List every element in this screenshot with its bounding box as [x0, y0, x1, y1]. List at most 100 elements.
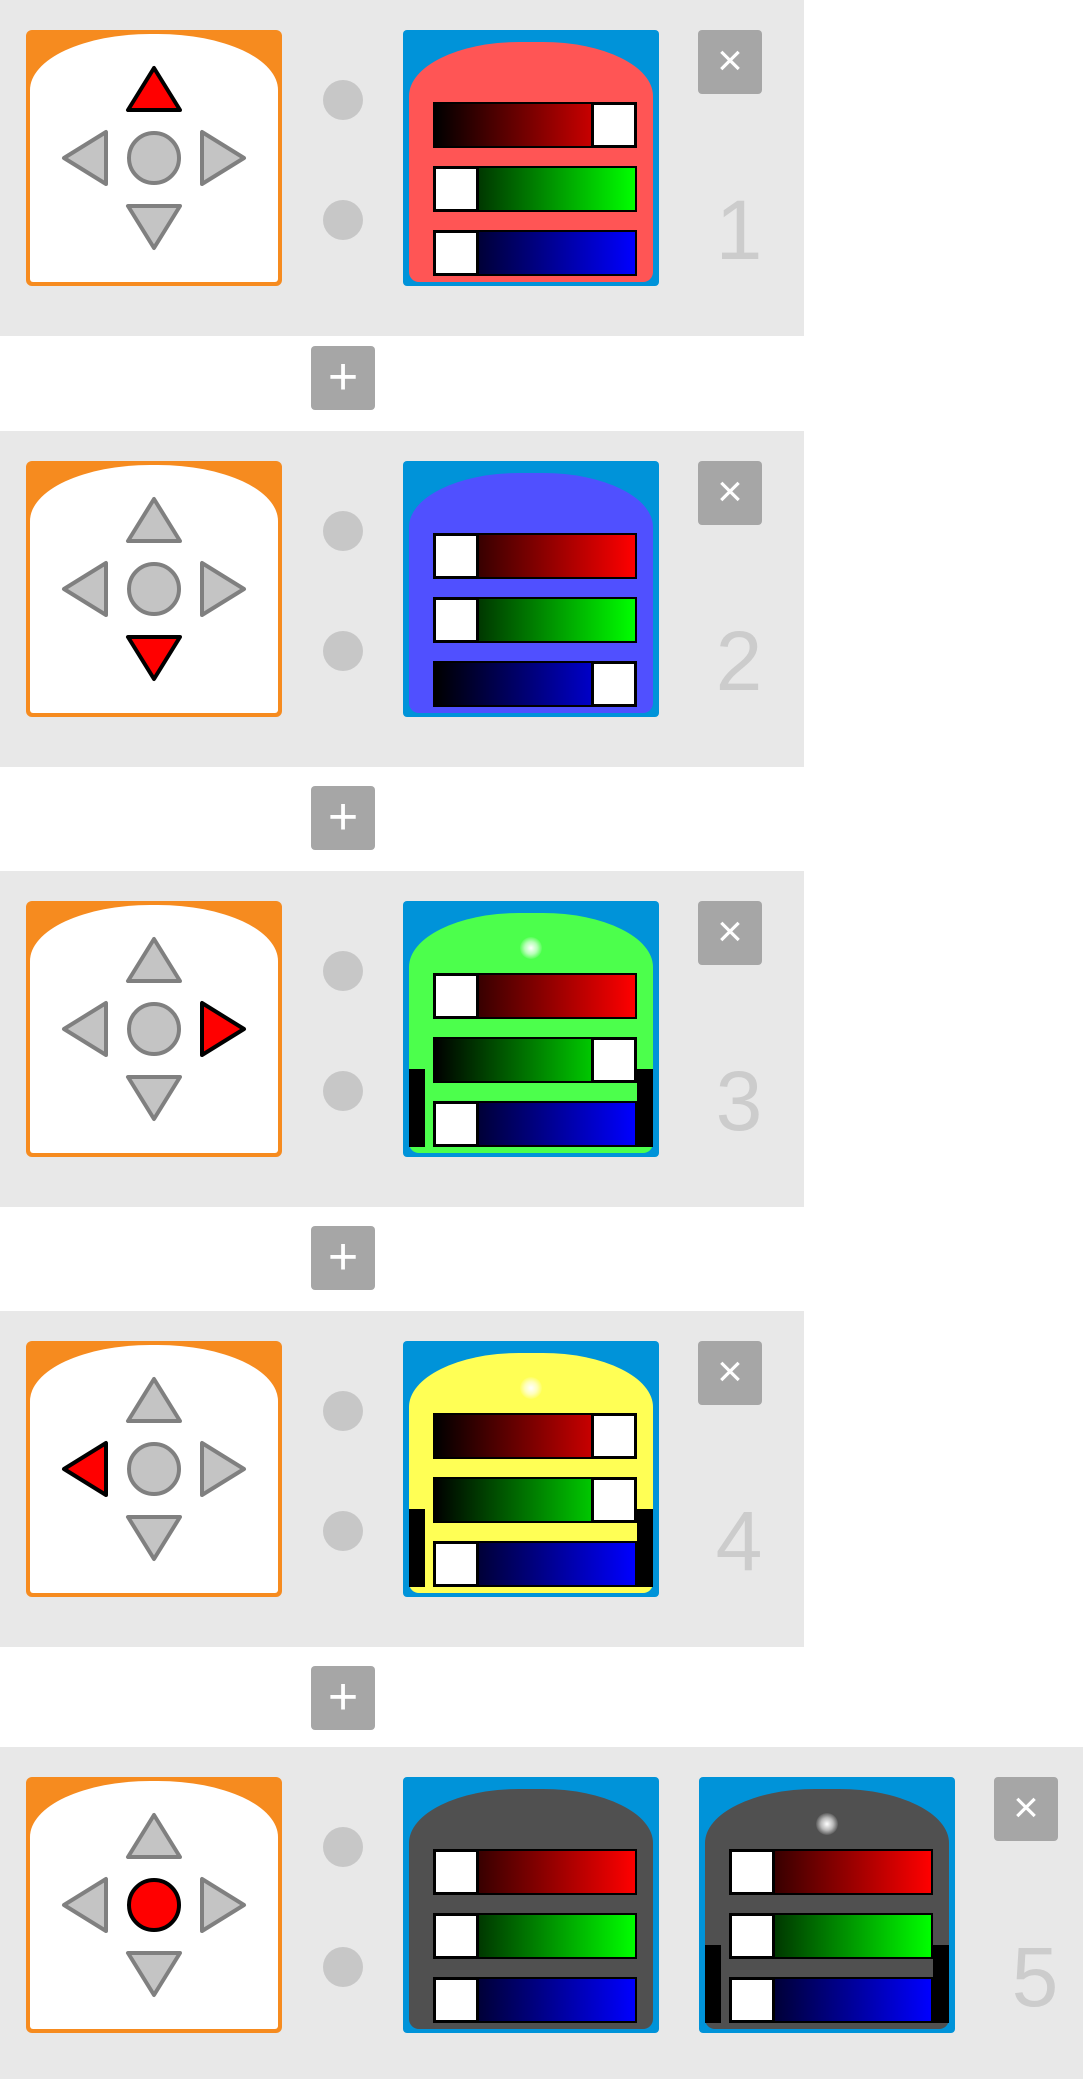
- event-action-row: × 5: [0, 1747, 1083, 2079]
- event-buttons-card[interactable]: [26, 1777, 282, 2033]
- center-button-icon[interactable]: [127, 1002, 181, 1056]
- green-slider-thumb[interactable]: [591, 1037, 637, 1083]
- blue-slider-thumb[interactable]: [729, 1977, 775, 2023]
- red-slider-thumb[interactable]: [433, 973, 479, 1019]
- down-arrow-icon[interactable]: [126, 204, 182, 250]
- red-slider-thumb[interactable]: [591, 102, 637, 148]
- red-slider[interactable]: [433, 1849, 637, 1895]
- row-number: 1: [715, 183, 763, 277]
- right-wheel-icon: [637, 1069, 653, 1147]
- up-arrow-icon[interactable]: [126, 66, 182, 112]
- event-buttons-card[interactable]: [26, 30, 282, 286]
- left-arrow-icon[interactable]: [62, 1877, 108, 1933]
- close-button[interactable]: ×: [994, 1777, 1058, 1841]
- red-slider[interactable]: [433, 973, 637, 1019]
- close-button[interactable]: ×: [698, 461, 762, 525]
- close-button[interactable]: ×: [698, 1341, 762, 1405]
- color-action-card[interactable]: [699, 1777, 955, 2033]
- close-button[interactable]: ×: [698, 901, 762, 965]
- blue-slider[interactable]: [433, 230, 637, 276]
- dpad: [62, 937, 246, 1121]
- up-arrow-icon[interactable]: [126, 1377, 182, 1423]
- red-slider[interactable]: [433, 1413, 637, 1459]
- red-slider-thumb[interactable]: [729, 1849, 775, 1895]
- green-slider[interactable]: [433, 597, 637, 643]
- down-arrow-icon[interactable]: [126, 1515, 182, 1561]
- down-arrow-icon[interactable]: [126, 1951, 182, 1997]
- event-buttons-card[interactable]: [26, 1341, 282, 1597]
- event-buttons-card[interactable]: [26, 901, 282, 1157]
- red-slider-thumb[interactable]: [433, 533, 479, 579]
- left-arrow-icon[interactable]: [62, 1441, 108, 1497]
- green-slider[interactable]: [433, 1913, 637, 1959]
- color-action-card[interactable]: [403, 461, 659, 717]
- blue-slider[interactable]: [729, 1977, 933, 2023]
- red-slider[interactable]: [433, 102, 637, 148]
- green-slider-thumb[interactable]: [729, 1913, 775, 1959]
- event-action-row: × 2: [0, 431, 804, 767]
- green-slider-thumb[interactable]: [433, 597, 479, 643]
- center-button-icon[interactable]: [127, 1442, 181, 1496]
- red-slider[interactable]: [729, 1849, 933, 1895]
- event-action-row: × 4: [0, 1311, 804, 1647]
- right-arrow-icon[interactable]: [200, 130, 246, 186]
- connector-dot-bottom: [323, 1947, 363, 1987]
- dpad: [62, 1377, 246, 1561]
- light-glow-icon: [520, 1377, 542, 1399]
- connector-dot-bottom: [323, 1511, 363, 1551]
- right-arrow-icon[interactable]: [200, 1441, 246, 1497]
- right-arrow-icon[interactable]: [200, 561, 246, 617]
- red-slider-thumb[interactable]: [433, 1849, 479, 1895]
- right-arrow-icon[interactable]: [200, 1001, 246, 1057]
- robot-body: [409, 473, 653, 713]
- event-buttons-card[interactable]: [26, 461, 282, 717]
- center-button-icon[interactable]: [127, 131, 181, 185]
- color-action-card[interactable]: [403, 30, 659, 286]
- green-slider[interactable]: [433, 166, 637, 212]
- add-row-button[interactable]: +: [311, 786, 375, 850]
- green-slider[interactable]: [433, 1037, 637, 1083]
- green-slider-thumb[interactable]: [433, 1913, 479, 1959]
- blue-slider-thumb[interactable]: [433, 1977, 479, 2023]
- connector-dot-bottom: [323, 631, 363, 671]
- left-arrow-icon[interactable]: [62, 130, 108, 186]
- row-number: 3: [715, 1054, 763, 1148]
- blue-slider[interactable]: [433, 1101, 637, 1147]
- color-action-card[interactable]: [403, 901, 659, 1157]
- connector-dot-top: [323, 80, 363, 120]
- center-button-icon[interactable]: [127, 1878, 181, 1932]
- right-arrow-icon[interactable]: [200, 1877, 246, 1933]
- red-slider[interactable]: [433, 533, 637, 579]
- green-slider[interactable]: [433, 1477, 637, 1523]
- up-arrow-icon[interactable]: [126, 937, 182, 983]
- down-arrow-icon[interactable]: [126, 635, 182, 681]
- blue-slider-thumb[interactable]: [433, 230, 479, 276]
- blue-slider[interactable]: [433, 661, 637, 707]
- green-slider-thumb[interactable]: [591, 1477, 637, 1523]
- up-arrow-icon[interactable]: [126, 497, 182, 543]
- blue-slider-thumb[interactable]: [433, 1541, 479, 1587]
- up-arrow-icon[interactable]: [126, 1813, 182, 1859]
- connector-dot-bottom: [323, 1071, 363, 1111]
- event-action-row: × 3: [0, 871, 804, 1207]
- color-action-card[interactable]: [403, 1341, 659, 1597]
- red-slider-thumb[interactable]: [591, 1413, 637, 1459]
- color-action-card[interactable]: [403, 1777, 659, 2033]
- blue-slider-thumb[interactable]: [591, 661, 637, 707]
- left-arrow-icon[interactable]: [62, 1001, 108, 1057]
- blue-slider[interactable]: [433, 1541, 637, 1587]
- green-slider[interactable]: [729, 1913, 933, 1959]
- down-arrow-icon[interactable]: [126, 1075, 182, 1121]
- left-wheel-icon: [409, 1069, 425, 1147]
- add-row-button[interactable]: +: [311, 346, 375, 410]
- green-slider-thumb[interactable]: [433, 166, 479, 212]
- robot-body: [409, 913, 653, 1153]
- blue-slider[interactable]: [433, 1977, 637, 2023]
- dpad: [62, 1813, 246, 1997]
- center-button-icon[interactable]: [127, 562, 181, 616]
- close-button[interactable]: ×: [698, 30, 762, 94]
- left-arrow-icon[interactable]: [62, 561, 108, 617]
- blue-slider-thumb[interactable]: [433, 1101, 479, 1147]
- add-row-button[interactable]: +: [311, 1666, 375, 1730]
- add-row-button[interactable]: +: [311, 1226, 375, 1290]
